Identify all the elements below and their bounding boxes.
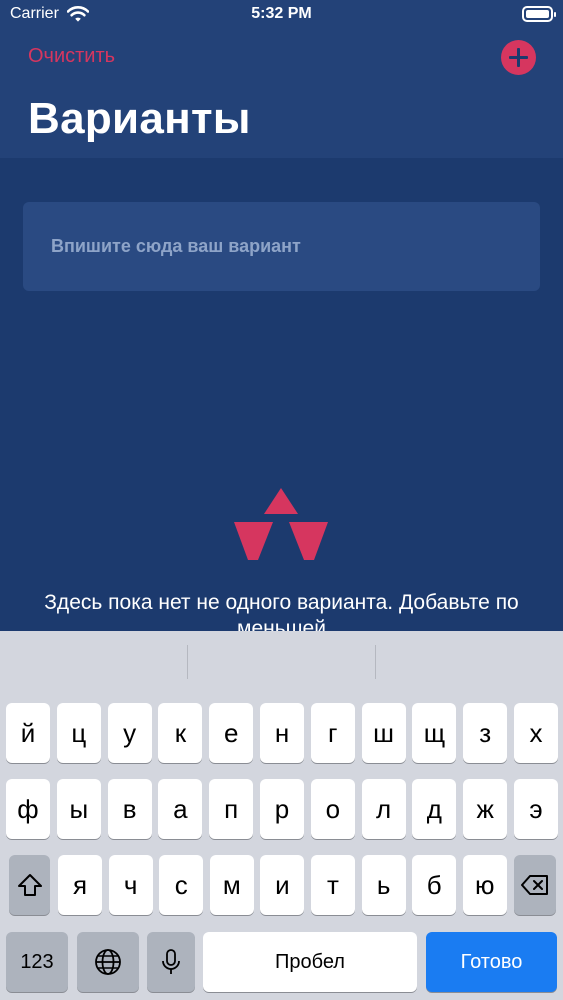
option-input-card [23,202,540,291]
key-3-row1[interactable]: у [107,703,152,763]
key-7-row3[interactable]: ь [361,855,406,915]
key-1-row1[interactable]: й [6,703,50,763]
numbers-key[interactable]: 123 [6,932,68,992]
done-key[interactable]: Готово [426,932,557,992]
key-6-row3[interactable]: т [311,855,355,915]
backspace-icon [521,875,548,895]
key-7-row2[interactable]: о [310,779,355,839]
key-2-row3[interactable]: ч [108,855,153,915]
suggestion-divider [375,645,376,679]
key-9-row2[interactable]: д [412,779,457,839]
backspace-key[interactable] [514,855,556,915]
key-5-row2[interactable]: п [209,779,254,839]
key-4-row2[interactable]: а [158,779,203,839]
key-4-row1[interactable]: к [158,703,203,763]
app-screen: Carrier 5:32 PM Очистить Варианты Здесь … [0,0,563,1000]
key-5-row1[interactable]: е [209,703,254,763]
keyboard: йцукенгшщзх фывапролджэ ячсмитьбю 123 Пр… [0,631,563,1000]
key-8-row1[interactable]: ш [361,703,406,763]
dictation-key[interactable] [147,932,195,992]
key-2-row2[interactable]: ы [56,779,101,839]
clock: 5:32 PM [251,5,312,22]
key-9-row1[interactable]: щ [412,703,457,763]
key-6-row1[interactable]: н [260,703,304,763]
key-3-row2[interactable]: в [107,779,152,839]
status-bar: Carrier 5:32 PM [0,0,563,30]
key-2-row1[interactable]: ц [56,703,101,763]
key-10-row2[interactable]: ж [463,779,508,839]
key-3-row3[interactable]: с [159,855,204,915]
add-option-button[interactable] [501,40,536,75]
microphone-icon [162,949,180,974]
globe-icon [95,949,121,975]
suggestion-divider [187,645,188,679]
key-1-row2[interactable]: ф [6,779,50,839]
key-10-row1[interactable]: з [463,703,508,763]
battery-icon [522,6,556,22]
key-9-row3[interactable]: ю [462,855,507,915]
key-5-row3[interactable]: и [260,855,305,915]
page-title: Варианты [28,94,251,143]
space-key[interactable]: Пробел [203,932,417,992]
clear-button[interactable]: Очистить [28,45,115,68]
navigation-bar: Carrier 5:32 PM Очистить Варианты [0,0,563,158]
empty-state-logo-icon [234,488,328,560]
key-4-row3[interactable]: м [209,855,254,915]
shift-icon [17,874,42,896]
key-8-row2[interactable]: л [361,779,406,839]
key-7-row1[interactable]: г [310,703,355,763]
suggestion-bar [0,631,563,693]
key-8-row3[interactable]: б [412,855,457,915]
option-input[interactable] [23,202,540,291]
key-11-row1[interactable]: х [514,703,558,763]
key-6-row2[interactable]: р [260,779,304,839]
key-11-row2[interactable]: э [514,779,558,839]
shift-key[interactable] [9,855,50,915]
key-1-row3[interactable]: я [58,855,102,915]
globe-key[interactable] [77,932,139,992]
